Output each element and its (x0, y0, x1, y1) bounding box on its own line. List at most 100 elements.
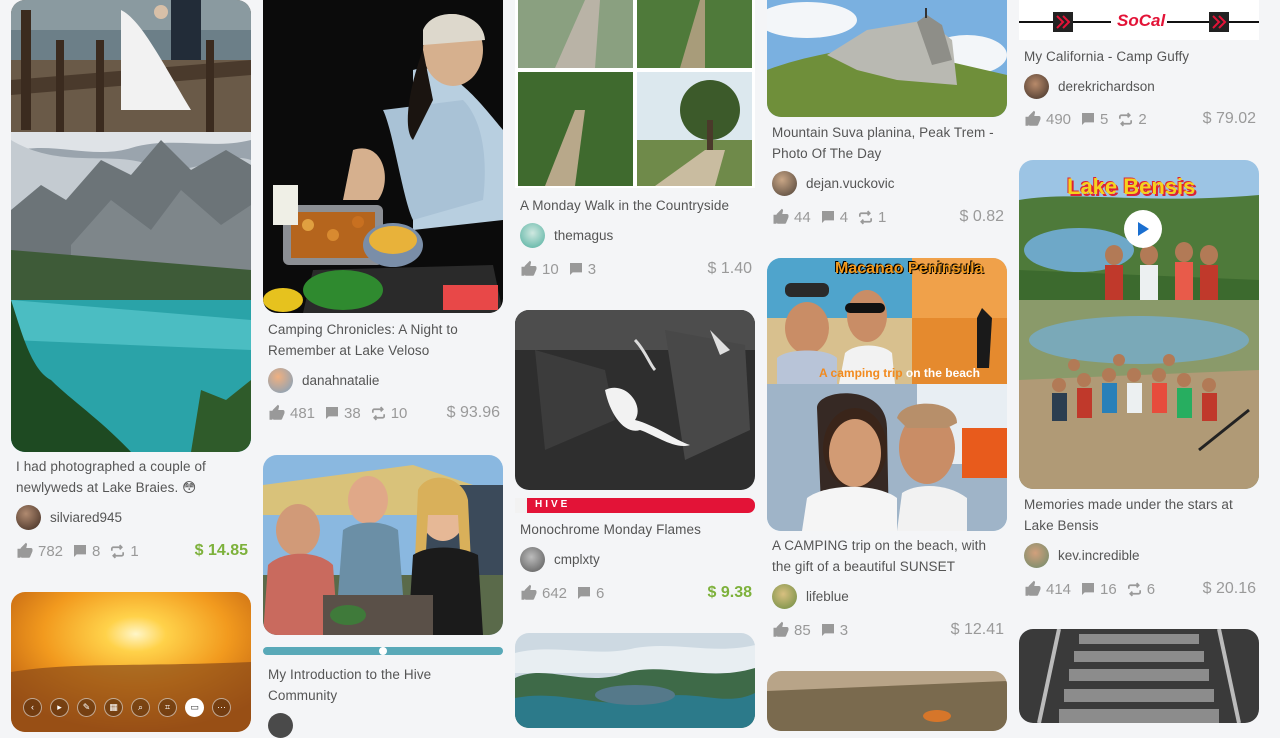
reblog-count: 10 (390, 404, 408, 422)
more-icon[interactable]: ··· (212, 697, 231, 717)
comment-button[interactable]: 16 (1080, 581, 1117, 598)
author-name[interactable]: silviared945 (50, 510, 122, 525)
post-author[interactable] (268, 712, 302, 738)
post-title[interactable]: A CAMPING trip on the beach, with the gi… (772, 535, 1004, 577)
avatar[interactable] (16, 504, 41, 530)
avatar[interactable] (268, 712, 293, 738)
vote-button[interactable]: 782 (16, 542, 63, 560)
video-icon[interactable]: ▭ (185, 697, 204, 717)
comment-icon (820, 209, 836, 225)
pencil-icon[interactable]: ✎ (77, 697, 96, 717)
post-image[interactable] (11, 0, 251, 452)
post-payout[interactable]: $ 1.40 (708, 260, 752, 278)
post-title[interactable]: My California - Camp Guffy (1024, 46, 1256, 67)
author-name[interactable]: cmplxty (554, 552, 600, 567)
post-author[interactable]: danahnatalie (268, 367, 379, 393)
back-icon[interactable]: ‹ (23, 697, 42, 717)
post-author[interactable]: dejan.vuckovic (772, 170, 895, 196)
post-image[interactable] (263, 0, 503, 313)
reblog-count: 1 (878, 208, 887, 226)
post-author[interactable]: lifeblue (772, 583, 849, 609)
post-image[interactable]: SoCal (1019, 0, 1259, 40)
avatar[interactable] (520, 546, 545, 572)
reblog-button[interactable]: 10 (370, 404, 408, 422)
author-name[interactable]: danahnatalie (302, 373, 379, 388)
grid-icon[interactable]: ▦ (104, 697, 123, 717)
vote-button[interactable]: 10 (520, 260, 559, 278)
avatar[interactable] (268, 367, 293, 393)
comment-button[interactable]: 38 (324, 405, 361, 422)
avatar[interactable] (772, 170, 797, 196)
vote-count: 481 (290, 404, 316, 422)
post-payout[interactable]: $ 9.38 (708, 584, 752, 602)
comment-button[interactable]: 3 (568, 261, 596, 278)
post-author[interactable]: silviared945 (16, 504, 122, 530)
hive-banner: HIVE (515, 498, 755, 513)
comment-button[interactable]: 4 (820, 209, 848, 226)
avatar[interactable] (772, 583, 797, 609)
post-image[interactable]: Macanao Peninsula A camping trip on the … (767, 258, 1007, 531)
overlay-title: Lake Bensis (1067, 174, 1196, 199)
decorative-divider (263, 644, 503, 659)
post-author[interactable]: kev.incredible (1024, 542, 1140, 568)
post-title[interactable]: My Introduction to the Hive Community (268, 664, 500, 706)
reblog-button[interactable]: 6 (1126, 581, 1155, 598)
vote-button[interactable]: 414 (1024, 580, 1071, 598)
vote-button[interactable]: 490 (1024, 110, 1071, 128)
post-author[interactable]: themagus (520, 222, 613, 248)
overlay-caption-a: A camping trip (819, 366, 903, 380)
post-author[interactable]: cmplxty (520, 546, 600, 572)
post-image[interactable] (515, 310, 755, 490)
reblog-button[interactable]: 2 (1117, 111, 1147, 128)
author-name[interactable]: themagus (554, 228, 613, 243)
post-payout[interactable]: $ 0.82 (960, 208, 1004, 226)
comment-button[interactable]: 8 (72, 543, 100, 560)
post-payout[interactable]: $ 12.41 (951, 621, 1004, 639)
author-name[interactable]: dejan.vuckovic (806, 176, 895, 191)
crop-icon[interactable]: ⌗ (158, 697, 177, 717)
play-button[interactable] (1124, 210, 1162, 248)
author-name[interactable]: derekrichardson (1058, 79, 1155, 94)
reblog-button[interactable]: 1 (109, 543, 139, 560)
search-icon[interactable]: ⌕ (131, 697, 150, 717)
post-title[interactable]: Memories made under the stars at Lake Be… (1024, 494, 1256, 536)
post-title[interactable]: Camping Chronicles: A Night to Remember … (268, 319, 500, 361)
comment-button[interactable]: 3 (820, 622, 848, 639)
reblog-button[interactable]: 1 (857, 209, 886, 226)
post-image[interactable] (515, 0, 755, 188)
author-name[interactable]: lifeblue (806, 589, 849, 604)
post-image[interactable]: Lake Bensis (1019, 160, 1259, 489)
post-image[interactable] (1019, 629, 1259, 723)
comment-count: 4 (839, 208, 849, 226)
post-image[interactable] (263, 455, 503, 635)
post-author[interactable]: derekrichardson (1024, 73, 1155, 99)
comment-button[interactable]: 6 (576, 585, 604, 602)
avatar[interactable] (1024, 73, 1049, 99)
post-payout[interactable]: $ 93.96 (447, 404, 500, 422)
play-icon (1138, 222, 1149, 236)
avatar[interactable] (520, 222, 545, 248)
vote-count: 490 (1046, 110, 1072, 128)
vote-button[interactable]: 85 (772, 621, 811, 639)
post-payout[interactable]: $ 20.16 (1203, 580, 1256, 598)
post-payout[interactable]: $ 14.85 (195, 542, 248, 560)
avatar[interactable] (1024, 542, 1049, 568)
vote-button[interactable]: 481 (268, 404, 315, 422)
comment-icon (72, 543, 88, 559)
vote-button[interactable]: 44 (772, 208, 811, 226)
post-title[interactable]: I had photographed a couple of newlyweds… (16, 456, 248, 498)
post-image[interactable] (515, 633, 755, 728)
post-payout[interactable]: $ 79.02 (1203, 110, 1256, 128)
comment-button[interactable]: 5 (1080, 111, 1108, 128)
post-title[interactable]: Mountain Suva planina, Peak Trem - Photo… (772, 122, 1004, 164)
post-image[interactable] (767, 671, 1007, 731)
reblog-icon (370, 405, 387, 422)
post-image[interactable] (767, 0, 1007, 117)
author-name[interactable]: kev.incredible (1058, 548, 1140, 563)
comment-count: 16 (1100, 580, 1117, 598)
post-title[interactable]: A Monday Walk in the Countryside (520, 195, 752, 216)
vote-button[interactable]: 642 (520, 584, 567, 602)
comment-count: 3 (587, 260, 597, 278)
post-title[interactable]: Monochrome Monday Flames (520, 519, 752, 540)
play-icon[interactable]: ▸ (50, 697, 69, 717)
